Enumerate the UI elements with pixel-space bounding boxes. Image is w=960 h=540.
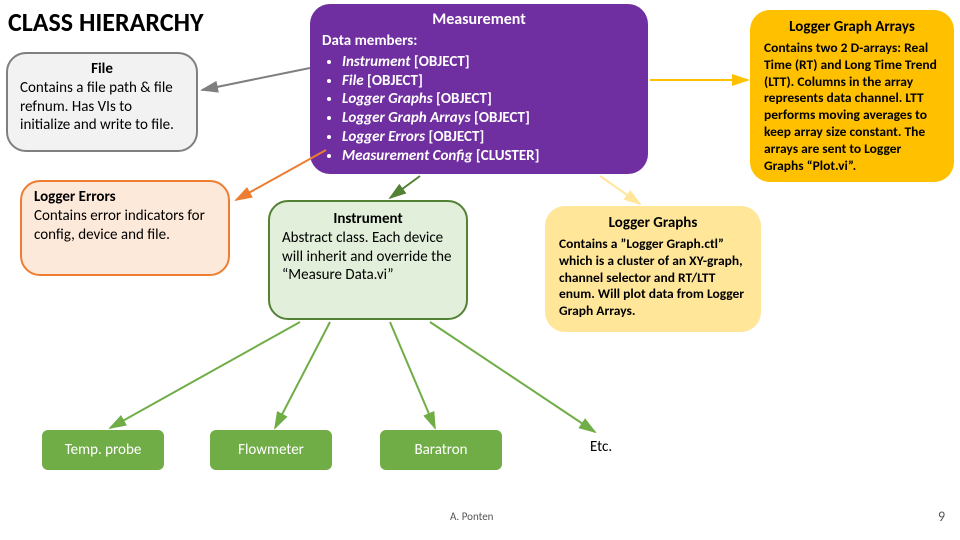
- page-title: CLASS HIERARCHY: [8, 6, 204, 38]
- arrays-body: Contains two 2 D-arrays: Real Time (RT) …: [764, 40, 940, 175]
- file-title: File: [20, 60, 184, 79]
- measurement-member-list: Instrument [OBJECT] File [OBJECT] Logger…: [322, 53, 636, 166]
- instrument-title: Instrument: [282, 210, 454, 229]
- temp-probe-leaf: Temp. probe: [42, 430, 164, 470]
- file-class-box: File Contains a file path & file refnum.…: [6, 52, 198, 152]
- graphs-body: Contains a ”Logger Graph.ctl” which is a…: [559, 236, 747, 320]
- footer-page-number: 9: [938, 508, 945, 525]
- instrument-body: Abstract class. Each device will inherit…: [282, 229, 454, 285]
- logger-graph-arrays-box: Logger Graph Arrays Contains two 2 D-arr…: [750, 10, 954, 182]
- measurement-subhead: Data members:: [322, 32, 636, 51]
- file-body: Contains a file path & file refnum. Has …: [20, 79, 184, 135]
- instrument-box: Instrument Abstract class. Each device w…: [268, 200, 468, 320]
- errors-title: Logger Errors: [34, 188, 216, 207]
- graphs-title: Logger Graphs: [559, 214, 747, 233]
- baratron-leaf: Baratron: [380, 430, 502, 470]
- logger-errors-box: Logger Errors Contains error indicators …: [20, 180, 230, 276]
- measurement-title: Measurement: [322, 10, 636, 30]
- footer-author: A. Ponten: [450, 510, 493, 523]
- flowmeter-leaf: Flowmeter: [210, 430, 332, 470]
- etc-label: Etc.: [590, 438, 612, 456]
- logger-graphs-box: Logger Graphs Contains a ”Logger Graph.c…: [545, 206, 761, 332]
- arrays-title: Logger Graph Arrays: [764, 18, 940, 37]
- measurement-box: Measurement Data members: Instrument [OB…: [310, 4, 648, 174]
- errors-body: Contains error indicators for config, de…: [34, 207, 216, 245]
